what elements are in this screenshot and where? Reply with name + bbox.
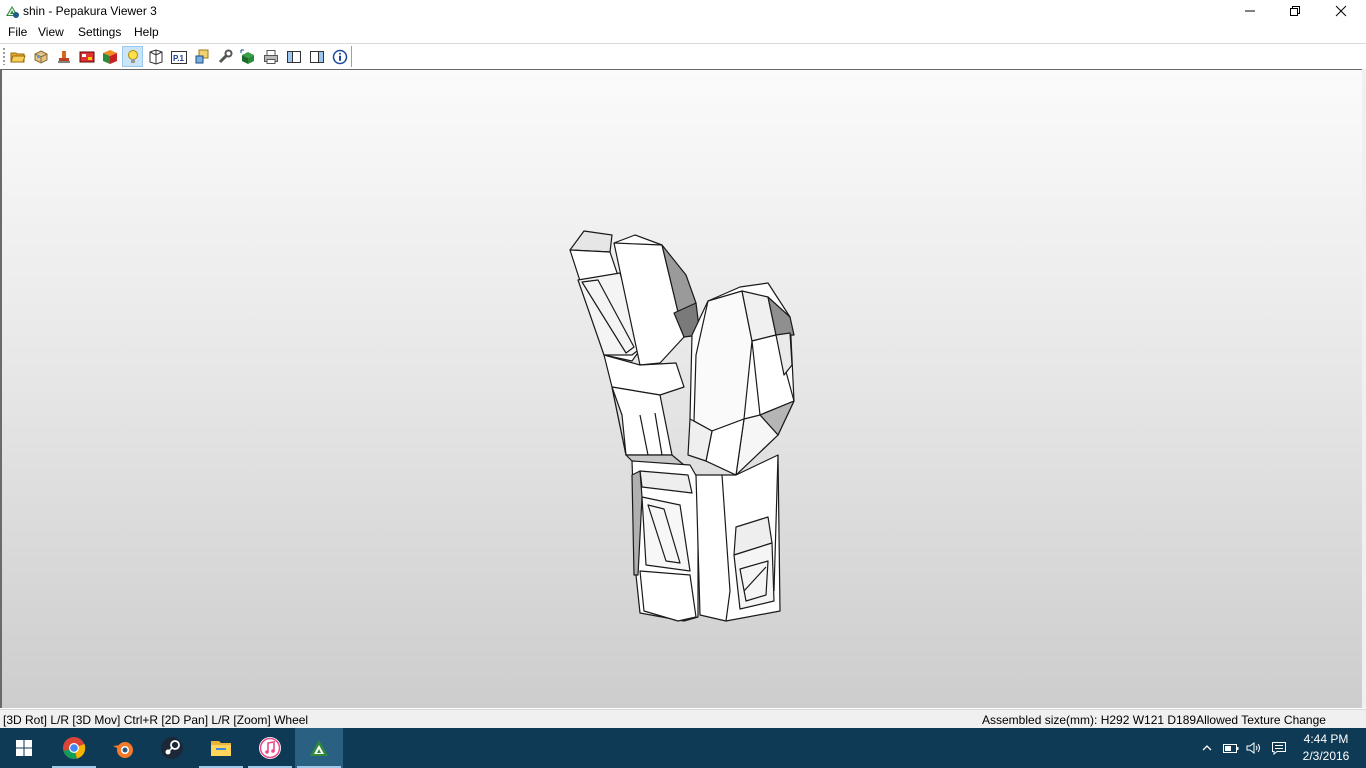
close-icon bbox=[1335, 5, 1347, 17]
texture-button[interactable] bbox=[76, 46, 97, 67]
restore-button[interactable] bbox=[1272, 0, 1318, 22]
lightbulb-icon bbox=[127, 49, 138, 63]
taskbar-steam[interactable] bbox=[148, 728, 196, 768]
notifications-icon bbox=[1272, 742, 1286, 755]
clock-time: 4:44 PM bbox=[1303, 732, 1349, 746]
menu-settings[interactable]: Settings bbox=[78, 25, 121, 39]
wireframe-icon bbox=[149, 48, 162, 65]
settings-button[interactable] bbox=[214, 46, 235, 67]
colored-cube-icon bbox=[102, 49, 117, 64]
toolbar-grip[interactable] bbox=[3, 48, 5, 65]
3d-model[interactable] bbox=[560, 190, 810, 670]
windows-start-icon bbox=[16, 740, 32, 756]
action-center[interactable] bbox=[1268, 728, 1290, 768]
split-pane-icon bbox=[309, 50, 324, 63]
3d-part-icon bbox=[34, 49, 47, 64]
volume-control[interactable] bbox=[1244, 728, 1264, 768]
print-button[interactable] bbox=[260, 46, 281, 67]
menu-view[interactable]: View bbox=[38, 25, 64, 39]
window-title: shin - Pepakura Viewer 3 bbox=[23, 4, 157, 18]
taskbar-itunes[interactable] bbox=[246, 728, 294, 768]
start-button[interactable] bbox=[0, 728, 48, 768]
single-pane-icon bbox=[286, 50, 301, 63]
stamp-button[interactable] bbox=[53, 46, 74, 67]
volume-icon bbox=[1246, 742, 1260, 754]
single-pane-button[interactable] bbox=[283, 46, 304, 67]
taskbar: 4:44 PM 2/3/2016 bbox=[0, 728, 1366, 768]
controls-hint: [3D Rot] L/R [3D Mov] Ctrl+R [2D Pan] L/… bbox=[3, 713, 309, 727]
steam-icon bbox=[161, 737, 183, 759]
open-folder-icon bbox=[9, 52, 26, 62]
menu-bar: File View Settings Help bbox=[0, 22, 1366, 42]
chrome-icon bbox=[63, 737, 86, 759]
page-number-label: P.1 bbox=[173, 54, 185, 63]
split-pane-button[interactable] bbox=[306, 46, 327, 67]
lighting-button[interactable] bbox=[122, 46, 143, 67]
taskbar-clock[interactable]: 4:44 PM 2/3/2016 bbox=[1296, 731, 1356, 765]
wrench-icon bbox=[218, 49, 232, 63]
select-cube-button[interactable] bbox=[237, 46, 258, 67]
wireframe-button[interactable] bbox=[145, 46, 166, 67]
page-number-button[interactable]: P.1 bbox=[168, 46, 189, 67]
itunes-icon bbox=[259, 737, 281, 759]
pen-stamp-icon bbox=[57, 50, 70, 63]
toolbar: P.1 bbox=[0, 43, 1366, 70]
texture-icon bbox=[79, 51, 94, 62]
taskbar-pepakura[interactable] bbox=[295, 728, 343, 768]
menu-file[interactable]: File bbox=[8, 25, 27, 39]
open-button[interactable] bbox=[7, 46, 28, 67]
parts-layout-icon bbox=[195, 49, 208, 63]
minimize-button[interactable] bbox=[1227, 0, 1273, 22]
texture-mode: Allowed Texture Change bbox=[1196, 713, 1326, 727]
colored-cube-button[interactable] bbox=[99, 46, 120, 67]
title-bar: shin - Pepakura Viewer 3 bbox=[0, 0, 1366, 22]
taskbar-file-explorer[interactable] bbox=[197, 728, 245, 768]
blender-icon bbox=[113, 742, 133, 758]
assembled-size: Assembled size(mm): H292 W121 D189 bbox=[982, 713, 1197, 727]
taskbar-blender[interactable] bbox=[99, 728, 147, 768]
status-bar: [3D Rot] L/R [3D Mov] Ctrl+R [2D Pan] L/… bbox=[0, 709, 1366, 729]
page-number-icon: P.1 bbox=[170, 50, 187, 64]
chevron-up-icon bbox=[1202, 745, 1212, 751]
battery-status[interactable] bbox=[1220, 728, 1242, 768]
file-explorer-icon bbox=[211, 741, 231, 756]
pepakura-app-icon[interactable] bbox=[4, 3, 20, 19]
viewport-edge bbox=[1362, 69, 1366, 708]
show-hidden-icons[interactable] bbox=[1198, 728, 1216, 768]
status-right: Assembled size(mm): H292 W121 D189Allowe… bbox=[982, 713, 1326, 727]
close-button[interactable] bbox=[1318, 0, 1364, 22]
select-cube-icon bbox=[240, 49, 254, 64]
pepakura-icon bbox=[310, 740, 328, 756]
parts-layout-button[interactable] bbox=[191, 46, 212, 67]
clock-date: 2/3/2016 bbox=[1302, 749, 1350, 763]
toolbar-separator bbox=[351, 46, 352, 67]
maximize-icon bbox=[1290, 6, 1300, 16]
printer-icon bbox=[263, 49, 278, 64]
minimize-icon bbox=[1245, 10, 1255, 12]
menu-help[interactable]: Help bbox=[134, 25, 159, 39]
taskbar-chrome[interactable] bbox=[50, 728, 98, 768]
info-icon bbox=[332, 49, 347, 64]
about-button[interactable] bbox=[329, 46, 350, 67]
3d-part-button[interactable] bbox=[30, 46, 51, 67]
battery-icon bbox=[1223, 744, 1239, 753]
